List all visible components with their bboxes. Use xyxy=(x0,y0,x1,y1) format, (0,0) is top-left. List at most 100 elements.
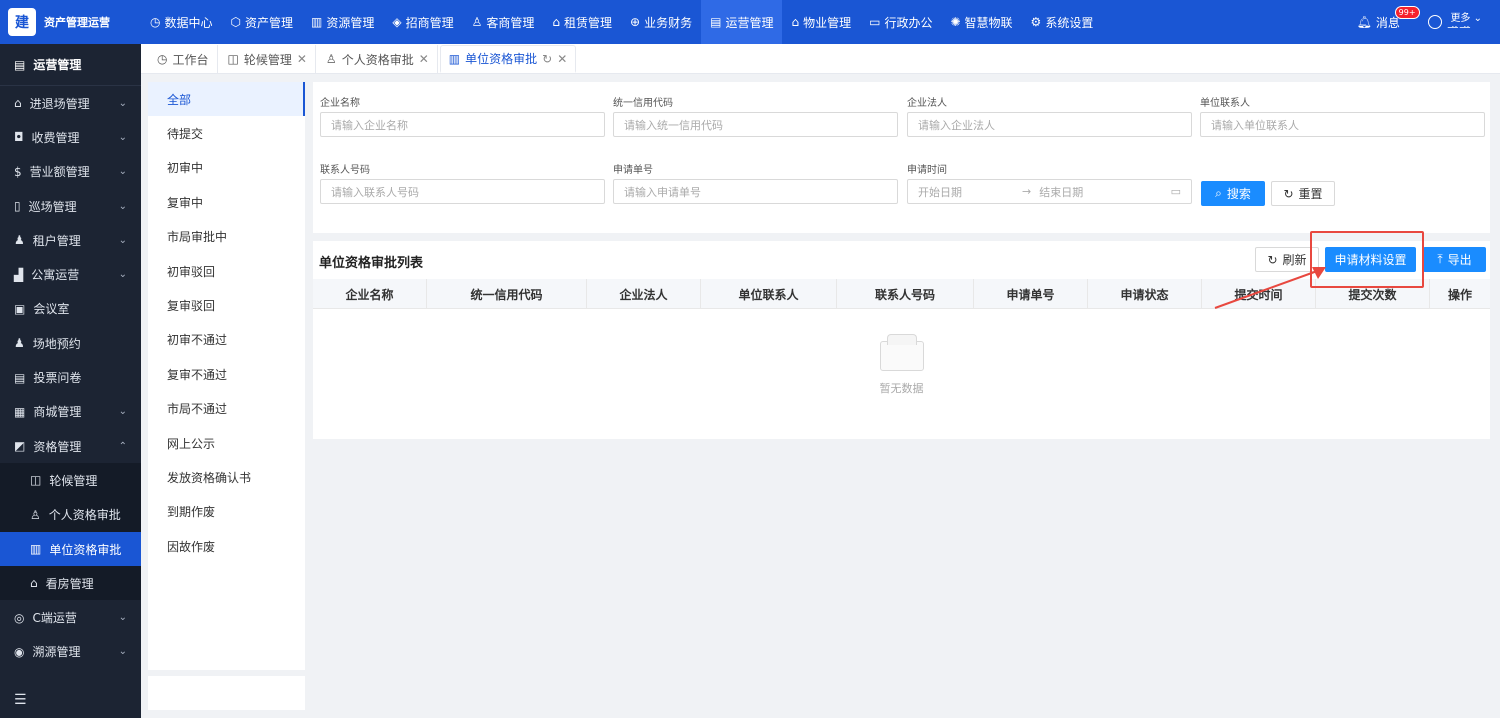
topnav-label: 业务财务 xyxy=(644,15,693,30)
tab-3[interactable]: ▥ 单位资格审批 ↻ ✕ xyxy=(439,45,577,73)
sidebar-item-sidebar.items-1[interactable]: ◘ 收费管理 ⌄ xyxy=(0,120,141,154)
close-icon[interactable]: ✕ xyxy=(297,52,307,66)
cube-icon: ⬡ xyxy=(230,15,241,29)
tab-1[interactable]: ◫ 轮候管理 ✕ xyxy=(220,45,316,73)
person-icon: ♙ xyxy=(30,507,41,522)
status-item[interactable]: 待提交 xyxy=(148,116,305,150)
status-item[interactable]: 市局不通过 xyxy=(148,392,305,426)
status-item[interactable]: 复审驳回 xyxy=(148,288,305,322)
top-nav: ◷ 数据中心 ⬡ 资产管理 ▥ 资源管理 ◈ 招商管理 ♙ 客商管理 ⌂ 租赁管理 ⊕ 业务财务 ▤ 运营管理… xyxy=(141,0,1102,44)
tab-label: 工作台 xyxy=(172,52,209,67)
status-item[interactable]: 初审中 xyxy=(148,151,305,185)
status-item[interactable]: 因故作废 xyxy=(148,529,305,563)
sidebar-item-label: 轮候管理 xyxy=(49,473,98,488)
sidebar-item-sidebar.sub_items-3[interactable]: ⌂ 看房管理 xyxy=(0,566,141,600)
messages-button[interactable]: 🔔︎ 消息 99+ xyxy=(1357,5,1420,31)
chevron-down-icon: ⌄ xyxy=(118,234,127,246)
sidebar-item-sidebar.items-8[interactable]: ▤ 投票问卷 xyxy=(0,360,141,394)
sidebar: ▤ 运营管理 ⌂ 进退场管理 ⌄ ◘ 收费管理 ⌄ $ 营业额管理 ⌄ ▯ 巡场管理 ⌄ ♟ 租户管理 ⌄ ▟… xyxy=(0,44,141,718)
table-header-cell: 申请单号 xyxy=(974,279,1088,309)
apply-no-input[interactable]: 请输入申请单号 xyxy=(613,179,898,204)
topnav-item-9[interactable]: ▭ 行政办公 xyxy=(860,0,941,44)
tab-0[interactable]: ◷ 工作台 xyxy=(149,45,218,73)
brand[interactable]: 建 资产管理运营 xyxy=(0,0,141,44)
sidebar-item-sidebar.items-0[interactable]: ⌂ 进退场管理 ⌄ xyxy=(0,86,141,120)
topnav-label: 运营管理 xyxy=(725,15,774,30)
settings-icon: ⚙ xyxy=(1030,15,1042,29)
status-item[interactable]: 发放资格确认书 xyxy=(148,460,305,494)
sidebar-item-sidebar.items-4[interactable]: ♟ 租户管理 ⌄ xyxy=(0,223,141,257)
legal-person-field: 企业法人 请输入企业法人 xyxy=(907,94,1192,137)
legal-person-input[interactable]: 请输入企业法人 xyxy=(907,112,1192,137)
table-header-cell: 统一信用代码 xyxy=(427,279,587,309)
topnav-item-6[interactable]: ⊕ 业务财务 xyxy=(621,0,701,44)
topnav-item-3[interactable]: ◈ 招商管理 xyxy=(383,0,462,44)
status-item[interactable]: 全部 xyxy=(148,82,305,117)
reset-button[interactable]: ↻ 重置 xyxy=(1271,181,1335,206)
brand-logo-icon: 建 xyxy=(8,8,36,36)
operation-icon: ▤ xyxy=(14,57,26,72)
status-item[interactable]: 网上公示 xyxy=(148,426,305,460)
status-item[interactable]: 复审中 xyxy=(148,185,305,219)
collapse-menu-icon[interactable]: ☰ xyxy=(14,692,27,708)
topnav-item-5[interactable]: ⌂ 租赁管理 xyxy=(543,0,621,44)
date-range-picker[interactable]: 开始日期 → 结束日期 ▭ xyxy=(907,179,1192,204)
search-button[interactable]: ⌕ 搜索 xyxy=(1201,181,1265,206)
sidebar-item-sidebar.items-7[interactable]: ♟ 场地预约 xyxy=(0,326,141,360)
sidebar-item-sidebar.bottom_items-0[interactable]: ◎ C端运营 ⌄ xyxy=(0,600,141,634)
topnav-item-11[interactable]: ⚙ 系统设置 xyxy=(1022,0,1103,44)
reload-tab-icon[interactable]: ↻ xyxy=(542,52,552,66)
topnav-item-2[interactable]: ▥ 资源管理 xyxy=(302,0,383,44)
close-icon[interactable]: ✕ xyxy=(557,52,567,66)
reset-button-label: 重置 xyxy=(1298,187,1323,201)
sidebar-item-sidebar.sub_items-2[interactable]: ▥ 单位资格审批 xyxy=(0,531,141,567)
status-item[interactable]: 初审驳回 xyxy=(148,254,305,288)
tab-label: 个人资格审批 xyxy=(341,52,414,67)
start-date-input[interactable]: 开始日期 xyxy=(918,184,962,200)
topnav-item-7[interactable]: ▤ 运营管理 xyxy=(701,0,783,44)
meeting-icon: ▣ xyxy=(14,301,26,316)
status-item[interactable]: 初审不通过 xyxy=(148,323,305,357)
revenue-icon: $ xyxy=(14,164,22,179)
sidebar-item-sidebar.bottom_items-1[interactable]: ◉ 溯源管理 ⌄ xyxy=(0,635,141,669)
sidebar-item-sidebar.items-5[interactable]: ▟ 公寓运营 ⌄ xyxy=(0,257,141,291)
sidebar-item-sidebar.sub_items-0[interactable]: ◫ 轮候管理 xyxy=(0,463,141,497)
more-tabs-button[interactable]: 更多 ⌄ xyxy=(1442,7,1490,26)
export-button[interactable]: ⤒ 导出 xyxy=(1423,247,1486,272)
status-item[interactable]: 到期作废 xyxy=(148,495,305,529)
sidebar-item-sidebar.items-9[interactable]: ▦ 商城管理 ⌄ xyxy=(0,395,141,429)
iot-icon: ✺ xyxy=(950,15,961,29)
dashboard-icon: ◷ xyxy=(150,15,161,29)
topnav-label: 系统设置 xyxy=(1045,15,1094,30)
company-name-input[interactable]: 请输入企业名称 xyxy=(320,112,605,137)
more-tabs-label: 更多 xyxy=(1450,13,1471,24)
table-header-cell: 申请状态 xyxy=(1088,279,1202,309)
close-icon[interactable]: ✕ xyxy=(419,52,429,66)
contact-input[interactable]: 请输入单位联系人 xyxy=(1200,112,1485,137)
status-item[interactable]: 复审不通过 xyxy=(148,357,305,391)
sidebar-item-sidebar.items-6[interactable]: ▣ 会议室 xyxy=(0,292,141,326)
end-date-input[interactable]: 结束日期 xyxy=(1039,184,1083,200)
empty-state: 暂无数据 xyxy=(313,334,1490,396)
sidebar-item-sidebar.items-3[interactable]: ▯ 巡场管理 ⌄ xyxy=(0,189,141,223)
house-view-icon: ⌂ xyxy=(30,576,38,591)
apply-time-field: 申请时间 开始日期 → 结束日期 ▭ xyxy=(907,161,1192,204)
topnav-item-10[interactable]: ✺ 智慧物联 xyxy=(941,0,1021,44)
topnav-item-0[interactable]: ◷ 数据中心 xyxy=(141,0,222,44)
sidebar-item-sidebar.items-2[interactable]: $ 营业额管理 ⌄ xyxy=(0,155,141,189)
dashboard-icon: ◷ xyxy=(157,52,168,66)
topnav-item-1[interactable]: ⬡ 资产管理 xyxy=(222,0,303,44)
date-separator-icon: → xyxy=(1022,185,1032,198)
tab-2[interactable]: ♙ 个人资格审批 ✕ xyxy=(318,45,438,73)
topnav-item-8[interactable]: ⌂ 物业管理 xyxy=(782,0,860,44)
qualification-icon: ◩ xyxy=(14,439,26,454)
chevron-down-icon: ⌄ xyxy=(118,269,127,281)
queue-icon: ◫ xyxy=(227,52,239,66)
topnav-item-4[interactable]: ♙ 客商管理 xyxy=(463,0,544,44)
credit-code-input[interactable]: 请输入统一信用代码 xyxy=(613,112,898,137)
status-item[interactable]: 市局审批中 xyxy=(148,220,305,254)
chevron-down-icon: ⌄ xyxy=(118,200,127,212)
sidebar-item-sidebar.items-10[interactable]: ◩ 资格管理 ⌃ xyxy=(0,429,141,463)
contact-phone-input[interactable]: 请输入联系人号码 xyxy=(320,179,605,204)
sidebar-item-sidebar.sub_items-1[interactable]: ♙ 个人资格审批 xyxy=(0,498,141,532)
